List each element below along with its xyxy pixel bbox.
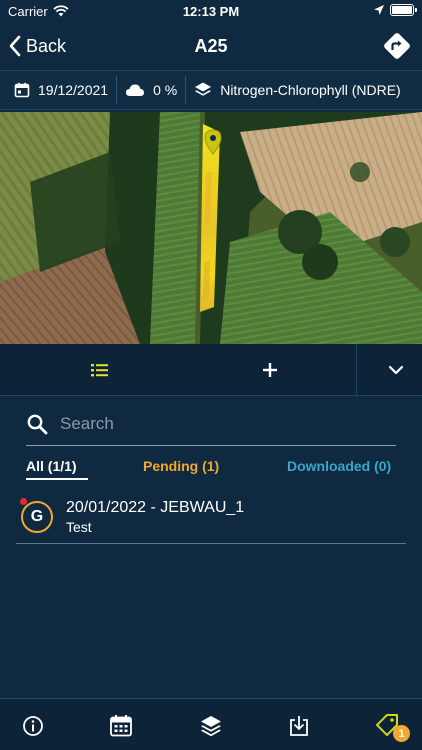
layers-icon xyxy=(201,716,221,737)
add-button[interactable] xyxy=(256,356,284,384)
tab-pending[interactable]: Pending (1) xyxy=(143,458,219,474)
status-right xyxy=(374,4,417,16)
cloud-cover[interactable]: 0 % xyxy=(117,71,185,109)
notification-dot xyxy=(20,498,27,505)
nav-bar: Back A25 xyxy=(0,24,422,68)
download-icon xyxy=(290,716,308,736)
status-time: 12:13 PM xyxy=(182,3,240,19)
list-item[interactable]: G 20/01/2022 - JEBWAU_1 Test xyxy=(16,494,406,544)
battery-icon xyxy=(390,4,417,16)
list-item-subtitle: Test xyxy=(66,519,92,535)
calendar-icon xyxy=(14,82,30,98)
layers-button[interactable] xyxy=(198,713,224,739)
list-view-button[interactable] xyxy=(86,356,114,384)
collapse-button[interactable] xyxy=(382,356,410,384)
search-icon xyxy=(27,414,48,434)
date-label: 19/12/2021 xyxy=(38,82,109,98)
directions-button[interactable] xyxy=(382,31,412,61)
satellite-map-image xyxy=(0,112,422,344)
layer-label: Nitrogen-Chlorophyll (NDRE) xyxy=(220,82,401,98)
search-input[interactable] xyxy=(60,413,360,434)
info-button[interactable] xyxy=(20,713,46,739)
layers-icon xyxy=(195,82,212,96)
tab-all-underline xyxy=(26,478,88,480)
chevron-down-icon xyxy=(388,365,404,375)
toolbar-divider xyxy=(356,344,357,396)
back-label: Back xyxy=(26,35,67,56)
satellite-map[interactable] xyxy=(0,112,422,344)
back-button[interactable]: Back xyxy=(8,35,66,57)
search-bar xyxy=(26,402,396,446)
chevron-left-icon xyxy=(9,35,21,57)
location-arrow-icon xyxy=(374,5,384,15)
cloud-icon xyxy=(126,84,145,96)
status-bar: Carrier 12:13 PM xyxy=(0,0,422,22)
list-icon xyxy=(91,364,108,377)
info-bar: 19/12/2021 0 % Nitrogen-Chlorophyll (NDR… xyxy=(0,70,422,110)
cloud-label: 0 % xyxy=(153,82,178,98)
bottom-bar xyxy=(0,698,422,750)
calendar-grid-icon xyxy=(110,715,132,737)
tab-all[interactable]: All (1/1) xyxy=(26,458,77,474)
tags-badge: 1 xyxy=(393,725,410,742)
plus-icon xyxy=(263,363,277,377)
directions-icon xyxy=(384,33,410,59)
filter-tabs: All (1/1) Pending (1) Downloaded (0) xyxy=(0,456,422,484)
list-item-title: 20/01/2022 - JEBWAU_1 xyxy=(66,499,245,516)
download-button[interactable] xyxy=(286,713,312,739)
layer-selector[interactable]: Nitrogen-Chlorophyll (NDRE) xyxy=(186,71,409,109)
info-icon xyxy=(23,716,43,736)
calendar-button[interactable] xyxy=(108,713,134,739)
date-selector[interactable]: 19/12/2021 xyxy=(0,71,116,109)
tab-downloaded[interactable]: Downloaded (0) xyxy=(287,458,391,474)
map-toolbar xyxy=(0,344,422,396)
avatar: G xyxy=(21,501,53,533)
